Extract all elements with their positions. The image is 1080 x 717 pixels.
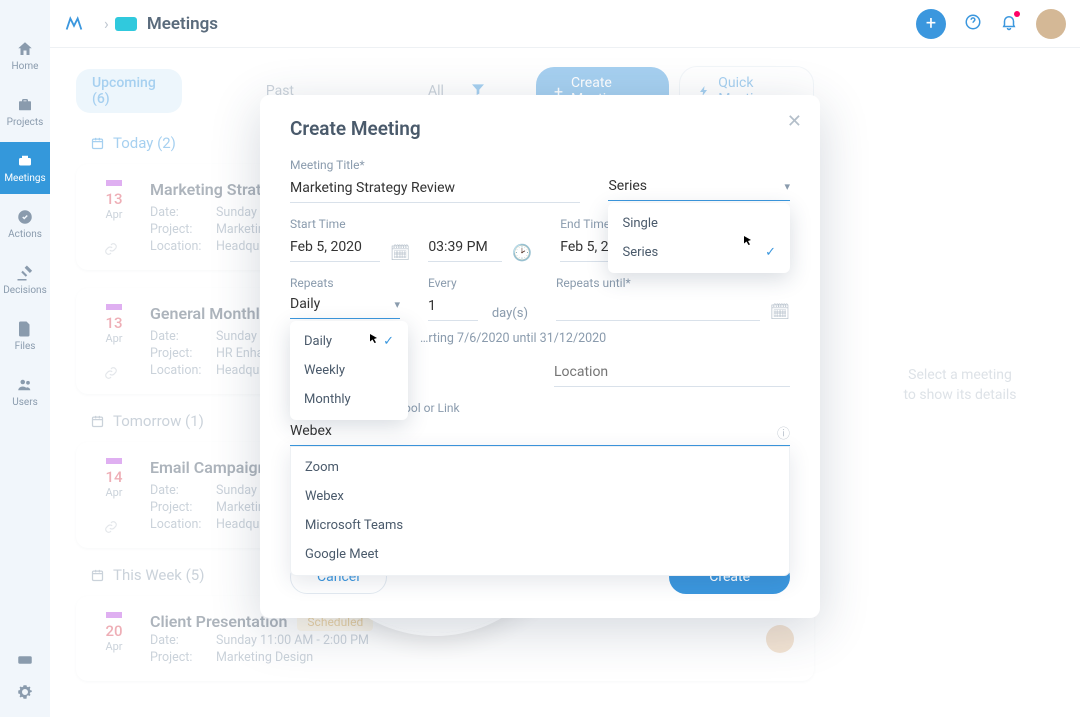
select-value: Series: [608, 178, 647, 194]
gavel-icon: [16, 264, 34, 282]
sidebar-item-projects[interactable]: Projects: [0, 86, 50, 138]
dropdown-item-meet[interactable]: Google Meet: [291, 540, 789, 569]
sidebar-item-label: Home: [12, 61, 39, 72]
keyboard-icon[interactable]: [16, 651, 34, 669]
recurrence-summary: …rting 7/6/2020 until 31/12/2020: [420, 331, 790, 346]
cursor-icon: [742, 235, 754, 247]
app-logo[interactable]: [56, 6, 92, 42]
location-input[interactable]: [554, 360, 790, 387]
video-tool-input[interactable]: [290, 419, 777, 445]
page-title: Meetings: [147, 14, 218, 34]
start-date-input[interactable]: [290, 235, 380, 262]
meetings-icon: [16, 152, 34, 170]
notifications-button[interactable]: [1000, 13, 1018, 35]
dropdown-item-series[interactable]: Series ✓: [608, 238, 790, 267]
dropdown-item-zoom[interactable]: Zoom: [291, 453, 789, 482]
every-input[interactable]: [428, 294, 478, 321]
create-meeting-modal: ✕ Create Meeting Meeting Title* Series ▾…: [260, 95, 820, 618]
calendar-icon[interactable]: 🗓: [390, 243, 410, 262]
meeting-title-input[interactable]: [290, 176, 580, 203]
check-icon: ✓: [765, 245, 776, 260]
dropdown-item-teams[interactable]: Microsoft Teams: [291, 511, 789, 540]
file-icon: [16, 320, 34, 338]
clock-icon[interactable]: 🕑: [512, 243, 532, 262]
series-select[interactable]: Series ▾: [608, 176, 790, 201]
repeats-until-label: Repeats until*: [556, 276, 790, 290]
briefcase-icon: [16, 96, 34, 114]
help-button[interactable]: [964, 13, 982, 35]
cursor-icon: [368, 333, 380, 345]
sidebar-item-label: Projects: [7, 117, 44, 128]
sidebar: Home Projects Meetings Actions Decisions…: [0, 0, 50, 717]
sidebar-item-home[interactable]: Home: [0, 30, 50, 82]
check-icon: ✓: [383, 334, 394, 349]
every-suffix: day(s): [492, 306, 528, 321]
repeats-label: Repeats: [290, 276, 400, 290]
topbar: › Meetings +: [50, 0, 1080, 48]
close-button[interactable]: ✕: [787, 111, 802, 132]
sidebar-item-meetings[interactable]: Meetings: [0, 142, 50, 194]
users-icon: [16, 376, 34, 394]
chevron-down-icon: ▾: [394, 298, 400, 311]
add-button[interactable]: +: [916, 9, 946, 39]
dropdown-item-weekly[interactable]: Weekly: [290, 356, 408, 385]
sidebar-item-label: Decisions: [3, 285, 47, 296]
sidebar-item-users[interactable]: Users: [0, 366, 50, 418]
context-icon: [115, 17, 137, 31]
info-icon: ⓘ: [777, 423, 790, 442]
video-tool-dropdown: Zoom Webex Microsoft Teams Google Meet: [290, 446, 790, 576]
every-label: Every: [428, 276, 528, 290]
notification-dot: [1014, 11, 1020, 17]
sidebar-item-label: Actions: [8, 229, 42, 240]
sidebar-item-decisions[interactable]: Decisions: [0, 254, 50, 306]
start-time-input[interactable]: [428, 235, 502, 262]
sidebar-item-label: Users: [12, 397, 38, 408]
dropdown-item-daily[interactable]: Daily ✓: [290, 327, 408, 356]
dropdown-item-webex[interactable]: Webex: [291, 482, 789, 511]
repeats-until-input[interactable]: [556, 294, 760, 321]
dropdown-item-monthly[interactable]: Monthly: [290, 385, 408, 414]
select-value: Daily: [290, 296, 320, 312]
gear-icon[interactable]: [16, 683, 34, 701]
home-icon: [16, 40, 34, 58]
series-label: [608, 158, 790, 172]
meeting-title-label: Meeting Title*: [290, 158, 580, 172]
sidebar-item-files[interactable]: Files: [0, 310, 50, 362]
series-dropdown: Single Series ✓: [608, 203, 790, 273]
check-circle-icon: [16, 208, 34, 226]
sidebar-item-label: Files: [15, 341, 36, 352]
sidebar-item-label: Meetings: [4, 173, 45, 184]
modal-title: Create Meeting: [290, 117, 790, 140]
chevron-down-icon: ▾: [784, 180, 790, 193]
start-time-label: Start Time: [290, 217, 532, 231]
repeats-dropdown: Daily ✓ Weekly Monthly: [290, 321, 408, 420]
user-avatar[interactable]: [1036, 9, 1066, 39]
chevron-right-icon: ›: [104, 14, 109, 33]
calendar-icon[interactable]: 🗓: [770, 302, 790, 321]
sidebar-item-actions[interactable]: Actions: [0, 198, 50, 250]
dropdown-item-single[interactable]: Single: [608, 209, 790, 238]
repeats-select[interactable]: Daily ▾: [290, 294, 400, 319]
